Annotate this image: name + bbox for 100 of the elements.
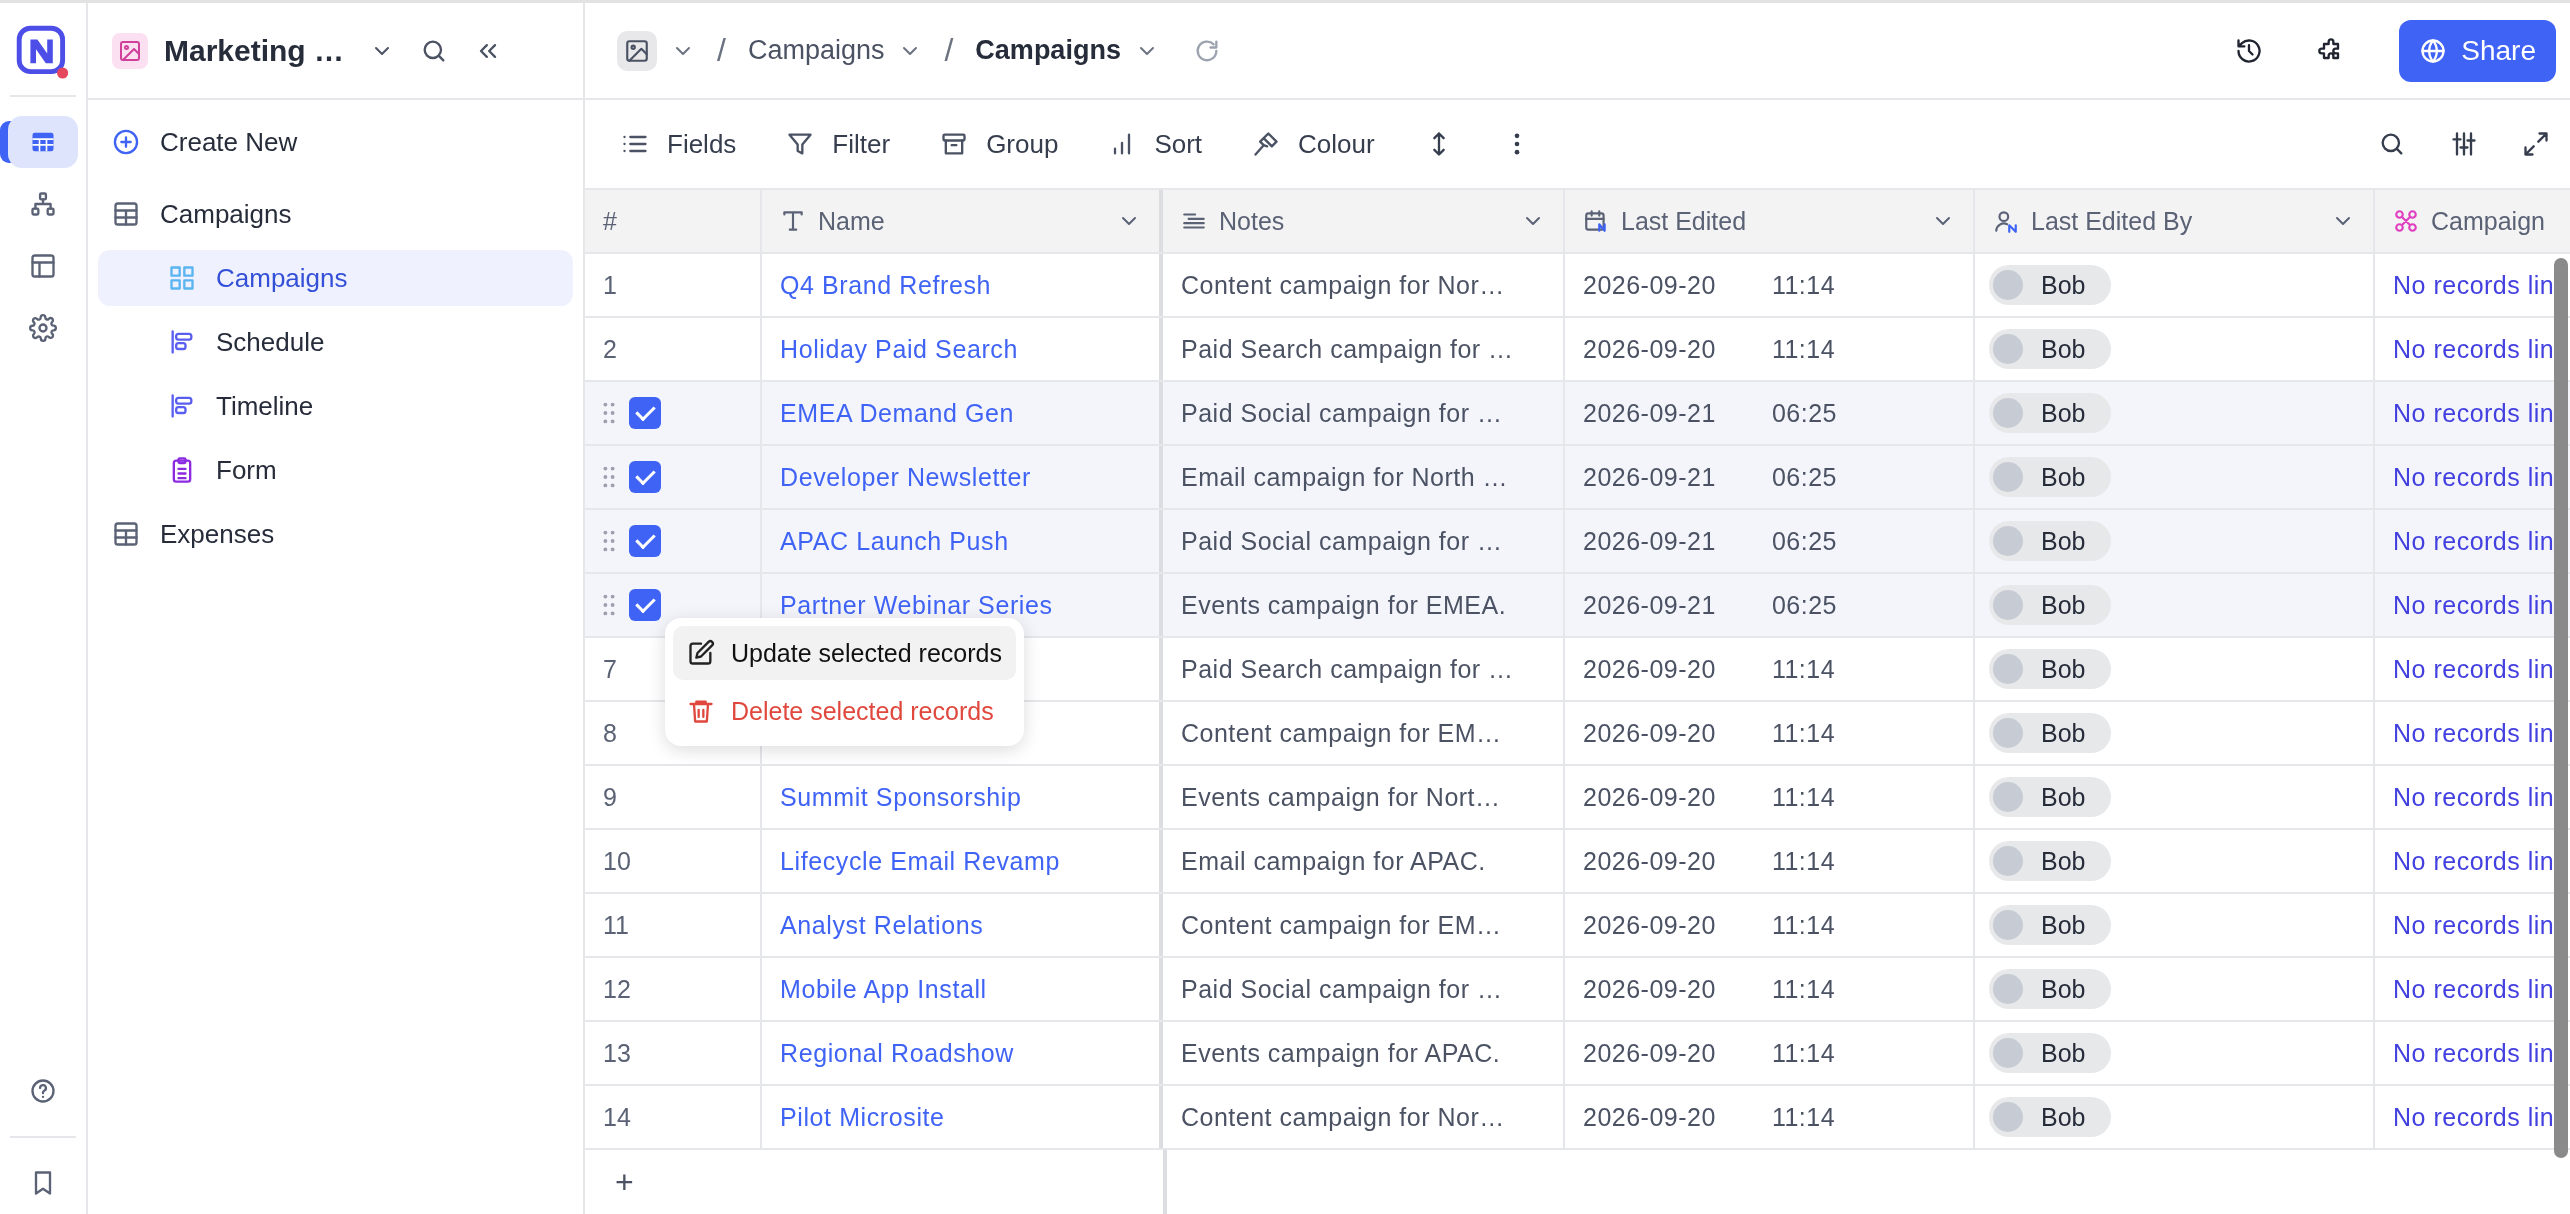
time-text: 11:14 — [1771, 718, 1836, 748]
table-row[interactable]: APAC Launch Push Paid Social campaign for … 2026-09-21 06:25 Bob No records lin — [585, 510, 2570, 574]
column-header[interactable]: Notes — [1163, 190, 1565, 252]
record-name-link[interactable]: Mobile App Install — [780, 974, 987, 1004]
column-header[interactable]: Name — [762, 190, 1163, 252]
notes-text: Email campaign for North … — [1181, 462, 1508, 492]
record-name-link[interactable]: Lifecycle Email Revamp — [780, 846, 1060, 876]
drag-handle-icon[interactable] — [603, 402, 615, 424]
toolbar-button[interactable]: Sort — [1108, 128, 1203, 160]
scrollbar[interactable] — [2554, 258, 2568, 1158]
link-text[interactable]: No records lin — [2393, 974, 2555, 1004]
table-row[interactable]: 12 Mobile App Install Paid Social campaign for … 2026-09-20 11:14 Bob No records lin — [585, 958, 2570, 1022]
drag-handle-icon[interactable] — [603, 530, 615, 552]
link-text[interactable]: No records lin — [2393, 718, 2555, 748]
app-logo[interactable] — [15, 23, 71, 81]
breadcrumb-item[interactable]: Campaigns — [747, 35, 885, 66]
user-chip: Bob — [1989, 969, 2112, 1009]
checkbox[interactable] — [629, 589, 661, 621]
drag-handle-icon[interactable] — [603, 466, 615, 488]
link-text[interactable]: No records lin — [2393, 462, 2555, 492]
row-number: 9 — [603, 782, 617, 812]
link-text[interactable]: No records lin — [2393, 782, 2555, 812]
record-name-link[interactable]: Partner Webinar Series — [780, 590, 1053, 620]
table-row[interactable]: Partner Webinar Series Events campaign for EMEA. 2026-09-21 06:25 Bob No records lin — [585, 574, 2570, 638]
column-header[interactable]: Last Edited By — [1975, 190, 2375, 252]
notes-text: Content campaign for Nor… — [1181, 270, 1505, 300]
checkbox[interactable] — [629, 525, 661, 557]
share-button[interactable]: Share — [2399, 19, 2556, 82]
table-row[interactable]: 10 Lifecycle Email Revamp Email campaign for APAC. 2026-09-20 11:14 Bob No records lin — [585, 830, 2570, 894]
avatar-icon — [1993, 974, 2023, 1004]
history-icon[interactable] — [2235, 36, 2264, 65]
record-name-link[interactable]: Analyst Relations — [780, 910, 984, 940]
plus-circle-icon — [112, 128, 140, 156]
notes-text: Paid Social campaign for … — [1181, 526, 1503, 556]
time-text: 06:25 — [1771, 590, 1837, 620]
table-icon — [112, 200, 140, 228]
record-name-link[interactable]: Pilot Microsite — [780, 1102, 945, 1132]
toolbar-button[interactable]: Fields — [621, 128, 737, 160]
row-number: 10 — [603, 846, 631, 876]
link-text[interactable]: No records lin — [2393, 1102, 2555, 1132]
breadcrumb-item[interactable]: Campaigns — [975, 35, 1121, 66]
sidebar-item[interactable]: Schedule — [98, 314, 573, 370]
notes-text: Content campaign for EM… — [1181, 718, 1502, 748]
link-text[interactable]: No records lin — [2393, 654, 2555, 684]
record-name-link[interactable]: Q4 Brand Refresh — [780, 270, 992, 300]
user-chip: Bob — [1989, 1097, 2112, 1137]
menu-item[interactable]: Update selected records — [673, 626, 1016, 680]
toolbar-button[interactable]: Group — [940, 128, 1059, 160]
record-name-link[interactable]: Developer Newsletter — [780, 462, 1031, 492]
user-chip: Bob — [1989, 713, 2112, 753]
column-header[interactable]: Campaign — [2375, 190, 2570, 252]
record-name-link[interactable]: EMEA Demand Gen — [780, 398, 1015, 428]
table-row[interactable]: Developer Newsletter Email campaign for North … 2026-09-21 06:25 Bob No records lin — [585, 446, 2570, 510]
link-text[interactable]: No records lin — [2393, 910, 2555, 940]
drag-handle-icon[interactable] — [603, 594, 615, 616]
table-row[interactable]: 1 Q4 Brand Refresh Content campaign for Nor… 2026-09-20 11:14 Bob No records lin — [585, 254, 2570, 318]
sidebar-item[interactable]: Campaigns — [98, 186, 573, 242]
base-title[interactable]: Marketing … — [164, 33, 345, 68]
toolbar-button[interactable]: Colour — [1252, 128, 1375, 160]
record-name-link[interactable]: APAC Launch Push — [780, 526, 1009, 556]
avatar-icon — [1993, 782, 2023, 812]
column-header[interactable]: # — [585, 190, 762, 252]
date-text: 2026-09-20 — [1583, 1102, 1716, 1132]
link-text[interactable]: No records lin — [2393, 1038, 2555, 1068]
user-icon — [1993, 208, 2019, 234]
link-text[interactable]: No records lin — [2393, 398, 2555, 428]
image-icon[interactable] — [617, 30, 657, 71]
add-row-button[interactable]: + — [615, 1163, 634, 1201]
link-text[interactable]: No records lin — [2393, 334, 2555, 364]
record-name-link[interactable]: Regional Roadshow — [780, 1038, 1014, 1068]
sidebar-item[interactable]: Expenses — [98, 506, 573, 562]
sidebar-item[interactable]: Timeline — [98, 378, 573, 434]
column-header[interactable]: Last Edited — [1565, 190, 1975, 252]
link-text[interactable]: No records lin — [2393, 526, 2555, 556]
link-text[interactable]: No records lin — [2393, 590, 2555, 620]
sliders-icon[interactable] — [2450, 130, 2478, 158]
create-new-button[interactable]: Create New — [98, 114, 573, 170]
date-text: 2026-09-21 — [1583, 398, 1716, 428]
record-name-link[interactable]: Holiday Paid Search — [780, 334, 1018, 364]
expand-icon[interactable] — [2522, 130, 2550, 158]
record-name-link[interactable]: Summit Sponsorship — [780, 782, 1022, 812]
table-row[interactable]: EMEA Demand Gen Paid Social campaign for … 2026-09-21 06:25 Bob No records lin — [585, 382, 2570, 446]
row-number: 8 — [603, 718, 617, 748]
text-icon — [780, 208, 806, 234]
table-row[interactable]: 14 Pilot Microsite Content campaign for Nor… 2026-09-20 11:14 Bob No records lin — [585, 1086, 2570, 1150]
link-icon — [2393, 208, 2419, 234]
checkbox[interactable] — [629, 461, 661, 493]
link-text[interactable]: No records lin — [2393, 846, 2555, 876]
link-text[interactable]: No records lin — [2393, 270, 2555, 300]
notes-text: Events campaign for Nort… — [1181, 782, 1501, 812]
notes-text: Events campaign for EMEA. — [1181, 590, 1507, 620]
table-row[interactable]: 9 Summit Sponsorship Events campaign for Nort… 2026-09-20 11:14 Bob No records lin — [585, 766, 2570, 830]
sidebar-item[interactable]: Form — [98, 442, 573, 498]
checkbox[interactable] — [629, 397, 661, 429]
notes-text: Content campaign for Nor… — [1181, 1102, 1505, 1132]
sidebar-item[interactable]: Campaigns — [98, 250, 573, 306]
table-row[interactable]: 11 Analyst Relations Content campaign for EM… 2026-09-20 11:14 Bob No records lin — [585, 894, 2570, 958]
user-chip: Bob — [1989, 1033, 2112, 1073]
table-row[interactable]: 13 Regional Roadshow Events campaign for APAC. 2026-09-20 11:14 Bob No records lin — [585, 1022, 2570, 1086]
toolbar-button[interactable]: Filter — [786, 128, 891, 160]
